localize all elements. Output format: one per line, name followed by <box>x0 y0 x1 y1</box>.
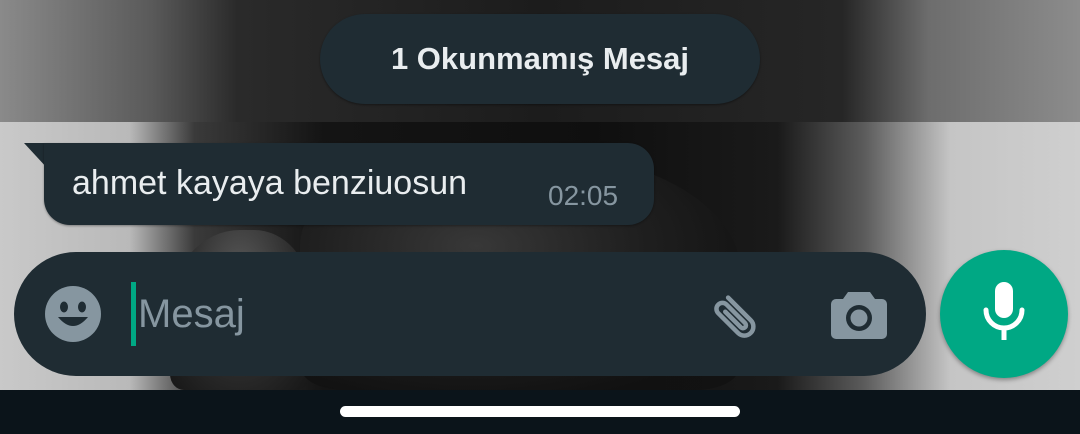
message-input[interactable] <box>138 285 678 343</box>
voice-message-button[interactable] <box>940 250 1068 378</box>
unread-messages-banner: 1 Okunmamış Mesaj <box>320 14 760 104</box>
chat-screen: 1 Okunmamış Mesaj ahmet kayaya benziuosu… <box>0 0 1080 434</box>
home-indicator[interactable] <box>340 406 740 417</box>
microphone-icon <box>980 280 1028 349</box>
message-timestamp: 02:05 <box>548 180 619 211</box>
message-text: ahmet kayaya benziuosun <box>72 164 468 202</box>
camera-icon[interactable] <box>830 288 888 340</box>
unread-messages-label: 1 Okunmamış Mesaj <box>390 41 690 76</box>
paperclip-icon[interactable] <box>706 284 770 348</box>
text-cursor <box>131 282 136 346</box>
emoji-icon[interactable] <box>44 285 102 343</box>
